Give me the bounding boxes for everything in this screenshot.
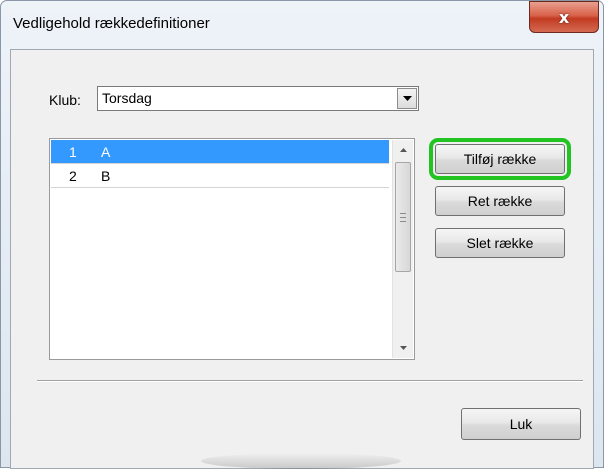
combo-dropdown-button[interactable] — [397, 88, 417, 109]
row-name: B — [101, 168, 111, 184]
club-combobox[interactable]: Torsdag — [97, 86, 419, 111]
close-window-button[interactable]: x — [529, 1, 599, 33]
window-shadow — [201, 453, 401, 469]
grip-icon — [400, 213, 406, 222]
edit-row-button[interactable]: Ret række — [435, 186, 565, 216]
chevron-down-icon — [402, 95, 412, 101]
row-number: 1 — [69, 144, 77, 160]
dialog-body: Klub: Torsdag 1 A 2 B Tilføj række Ret r… — [10, 49, 594, 469]
window-title: Vedligehold rækkedefinitioner — [13, 15, 210, 32]
club-selected-value: Torsdag — [102, 90, 152, 106]
scroll-down-button[interactable] — [393, 338, 413, 358]
scroll-up-icon — [399, 148, 407, 152]
close-icon: x — [558, 7, 570, 27]
list-item[interactable]: 1 A — [51, 140, 389, 164]
close-button[interactable]: Luk — [461, 408, 581, 440]
dialog-window: Vedligehold rækkedefinitioner x Klub: To… — [0, 0, 604, 469]
title-bar[interactable]: Vedligehold rækkedefinitioner x — [1, 1, 603, 51]
divider — [37, 380, 583, 382]
row-listbox[interactable]: 1 A 2 B — [49, 138, 415, 360]
add-row-button[interactable]: Tilføj række — [429, 138, 571, 180]
scroll-down-icon — [399, 346, 407, 350]
row-number: 2 — [69, 168, 77, 184]
list-item[interactable]: 2 B — [51, 164, 389, 188]
vertical-scrollbar[interactable] — [392, 140, 413, 358]
row-list: 1 A 2 B — [51, 140, 389, 188]
scroll-thumb[interactable] — [395, 162, 411, 272]
scroll-up-button[interactable] — [393, 140, 413, 160]
row-name: A — [101, 144, 111, 160]
delete-row-button[interactable]: Slet række — [435, 228, 565, 258]
club-label: Klub: — [49, 92, 81, 108]
